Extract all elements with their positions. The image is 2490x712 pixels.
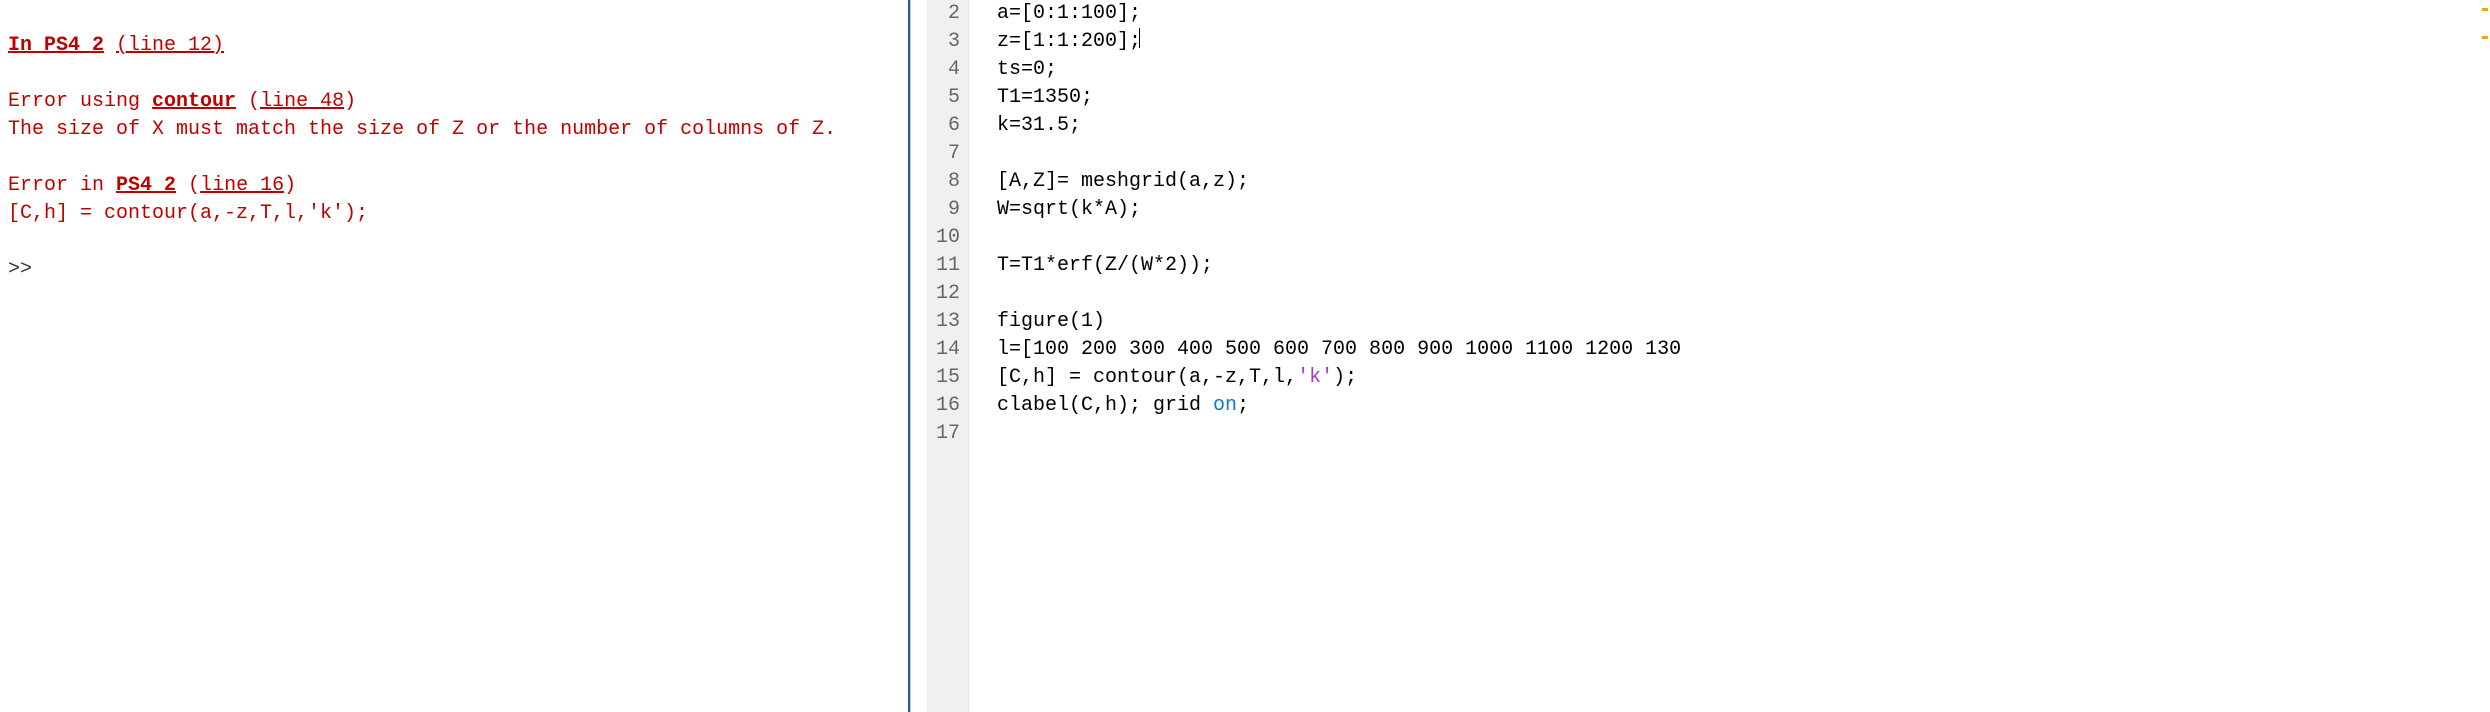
command-window[interactable]: In PS4_2 (line 12) Error using contour (… bbox=[0, 0, 910, 712]
code-line: [C,h] = contour(a,-z,T,l,'k'); bbox=[997, 366, 1357, 389]
code-line: k=31.5; bbox=[997, 114, 1081, 137]
editor-code-area[interactable]: a=[0:1:100]; z=[1:1:200]; ts=0; T1=1350;… bbox=[969, 0, 2490, 712]
code-line: W=sqrt(k*A); bbox=[997, 198, 1141, 221]
code-line: T1=1350; bbox=[997, 86, 1093, 109]
lint-indicator[interactable] bbox=[2482, 8, 2488, 11]
string-literal: 'k' bbox=[1297, 366, 1333, 389]
error-link-partial[interactable]: In PS4_2 bbox=[8, 34, 104, 57]
code-line: z=[1:1:200]; bbox=[997, 30, 1141, 53]
error-using-line: Error using contour (line 48) bbox=[8, 90, 356, 113]
code-line: l=[100 200 300 400 500 600 700 800 900 1… bbox=[997, 338, 1681, 361]
code-line: figure(1) bbox=[997, 310, 1105, 333]
error-message-line: The size of X must match the size of Z o… bbox=[8, 118, 836, 141]
error-contour-link[interactable]: contour bbox=[152, 90, 236, 113]
lint-indicator[interactable] bbox=[2482, 36, 2488, 39]
error-line-48-link[interactable]: line 48 bbox=[260, 90, 344, 113]
code-line: clabel(C,h); grid on; bbox=[997, 394, 1249, 417]
code-line: T=T1*erf(Z/(W*2)); bbox=[997, 254, 1213, 277]
code-line: [A,Z]= meshgrid(a,z); bbox=[997, 170, 1249, 193]
editor-panel: 2 3 4 5 6 7 8 9 10 11 12 13 14 15 16 17 … bbox=[910, 0, 2490, 712]
error-ps42-link[interactable]: PS4_2 bbox=[116, 174, 176, 197]
code-line: ts=0; bbox=[997, 58, 1057, 81]
error-partial-top: In PS4_2 (line 12) bbox=[8, 34, 224, 57]
error-in-line: Error in PS4_2 (line 16) bbox=[8, 174, 296, 197]
code-line: a=[0:1:100]; bbox=[997, 2, 1141, 25]
breakpoint-strip[interactable] bbox=[911, 0, 927, 712]
error-line-link-partial[interactable]: (line 12) bbox=[116, 34, 224, 57]
error-code-line: [C,h] = contour(a,-z,T,l,'k'); bbox=[8, 202, 368, 225]
keyword: on bbox=[1213, 394, 1237, 417]
error-line-16-link[interactable]: line 16 bbox=[200, 174, 284, 197]
command-prompt[interactable]: >> bbox=[8, 258, 32, 281]
line-number-gutter[interactable]: 2 3 4 5 6 7 8 9 10 11 12 13 14 15 16 17 bbox=[927, 0, 969, 712]
text-cursor bbox=[1139, 28, 1140, 48]
